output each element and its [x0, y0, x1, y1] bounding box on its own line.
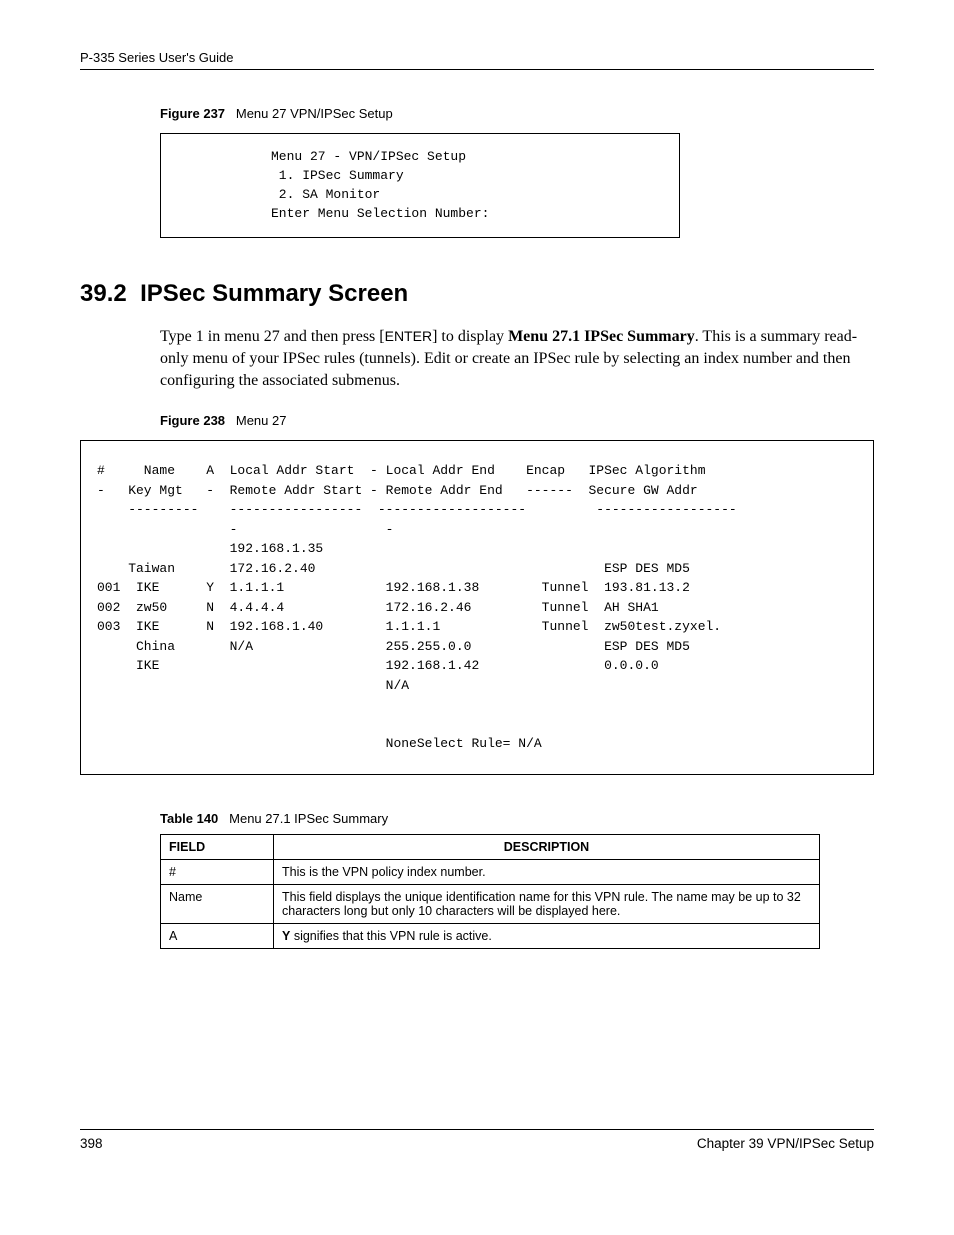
section-paragraph: Type 1 in menu 27 and then press [ENTER]… — [160, 326, 874, 391]
figure-237-caption: Figure 237 Menu 27 VPN/IPSec Setup — [160, 106, 874, 121]
figure-238-caption: Figure 238 Menu 27 — [160, 413, 874, 428]
page-number: 398 — [80, 1136, 103, 1151]
header-rule — [80, 69, 874, 70]
figure-237-label: Figure 237 — [160, 106, 225, 121]
table-140: FIELD DESCRIPTION # This is the VPN poli… — [160, 834, 820, 949]
cell-field: # — [161, 859, 274, 884]
figure-238-box: # Name A Local Addr Start - Local Addr E… — [80, 440, 874, 775]
section-title-text: IPSec Summary Screen — [140, 280, 408, 307]
table-row: # This is the VPN policy index number. — [161, 859, 820, 884]
page-header-title: P-335 Series User's Guide — [80, 50, 874, 65]
cell-field: A — [161, 923, 274, 948]
cell-desc: This field displays the unique identific… — [274, 884, 820, 923]
table-140-caption: Table 140 Menu 27.1 IPSec Summary — [160, 811, 874, 826]
figure-238-label: Figure 238 — [160, 413, 225, 428]
cell-field: Name — [161, 884, 274, 923]
cell-desc: This is the VPN policy index number. — [274, 859, 820, 884]
section-number: 39.2 — [80, 280, 127, 307]
section-heading: 39.2 IPSec Summary Screen — [80, 280, 874, 308]
table-header-row: FIELD DESCRIPTION — [161, 834, 820, 859]
figure-237-text: Menu 27 VPN/IPSec Setup — [236, 106, 393, 121]
figure-237-box: Menu 27 - VPN/IPSec Setup 1. IPSec Summa… — [160, 133, 680, 238]
chapter-label: Chapter 39 VPN/IPSec Setup — [697, 1136, 874, 1151]
col-header-description: DESCRIPTION — [274, 834, 820, 859]
footer-rule — [80, 1129, 874, 1130]
table-140-text: Menu 27.1 IPSec Summary — [229, 811, 388, 826]
cell-desc: Y signifies that this VPN rule is active… — [274, 923, 820, 948]
table-row: A Y signifies that this VPN rule is acti… — [161, 923, 820, 948]
page-footer: 398 Chapter 39 VPN/IPSec Setup — [80, 1129, 874, 1151]
figure-238-text: Menu 27 — [236, 413, 287, 428]
col-header-field: FIELD — [161, 834, 274, 859]
table-row: Name This field displays the unique iden… — [161, 884, 820, 923]
table-140-label: Table 140 — [160, 811, 218, 826]
